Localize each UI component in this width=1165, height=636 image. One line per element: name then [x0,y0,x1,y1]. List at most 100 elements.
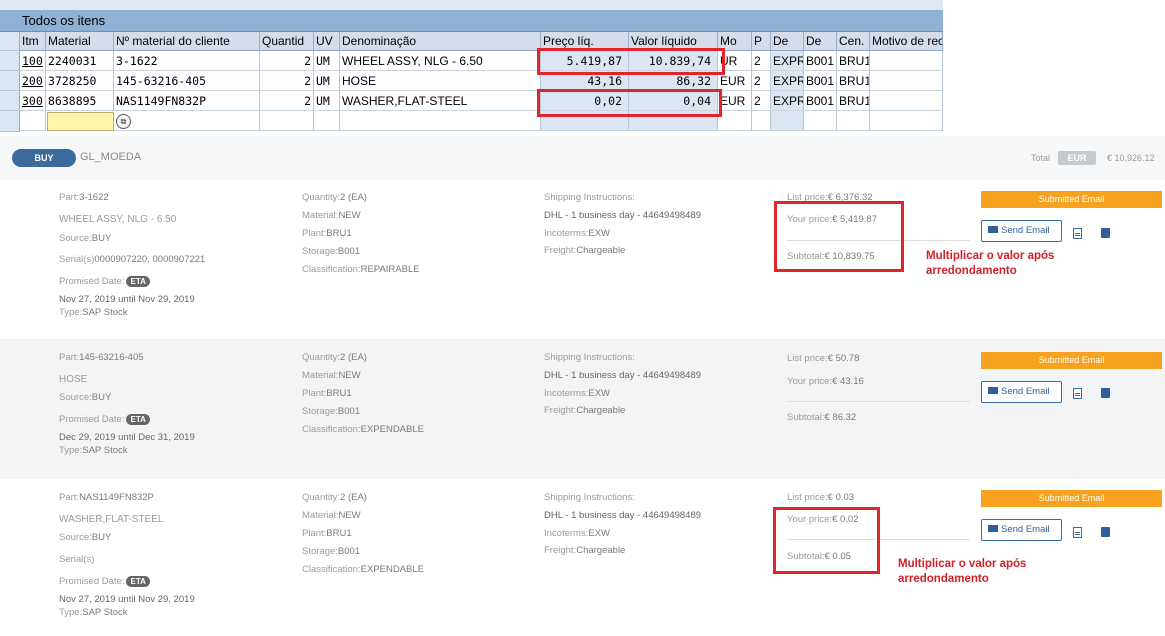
cell-uv[interactable]: UM [314,51,340,71]
col-header-reason[interactable]: Motivo de rec [870,32,943,51]
total-value: € 10,926.12 [1107,153,1155,163]
cell-de2[interactable]: B001 [804,91,837,111]
book-icon[interactable] [1101,388,1110,398]
cell-currency-empty[interactable] [718,111,752,131]
classification-field: Classification:REPAIRABLE [302,264,420,275]
material-condition-field: Material:NEW [302,210,361,221]
quantity-field: Quantity:2 (EA) [302,352,367,363]
grid-top-band [0,0,943,10]
freight-field: Freight:Chargeable [544,405,626,416]
pdf-icon[interactable] [1073,527,1082,538]
storage-field: Storage:B001 [302,246,361,257]
cell-uv[interactable]: UM [314,91,340,111]
col-header-description[interactable]: Denominação [340,32,541,51]
row-selector[interactable] [0,51,20,71]
col-header-customer-material[interactable]: Nº material do cliente [114,32,260,51]
submitted-email-badge: Submitted Email [981,352,1162,369]
freight-field: Freight:Chargeable [544,545,626,556]
cell-de2[interactable]: B001 [804,71,837,91]
book-icon[interactable] [1101,527,1110,537]
cell-p[interactable]: 2 [752,91,771,111]
part-field: Part:NAS1149FN832P [59,492,154,503]
cell-quantity[interactable]: 2 [260,51,314,71]
cell-quantity[interactable]: 2 [260,91,314,111]
col-header-itm[interactable]: Itm [20,32,46,51]
row-selector[interactable] [0,111,20,132]
col-header-de1[interactable]: De [771,32,804,51]
buy-toggle[interactable]: BUY [12,149,76,167]
serials-field: Serial(s) [59,554,95,565]
row-selector[interactable] [0,91,20,111]
cell-reason-empty[interactable] [870,111,943,131]
cell-reason[interactable] [870,51,943,71]
send-email-button[interactable]: Send Email [981,220,1062,242]
col-header-p[interactable]: P [752,32,771,51]
storage-field: Storage:B001 [302,546,361,557]
col-header-quantity[interactable]: Quantid [260,32,314,51]
cell-currency[interactable]: EUR [718,91,752,111]
cell-plant[interactable]: BRU1 [837,91,870,111]
cell-reason[interactable] [870,91,943,111]
cell-de1[interactable]: EXPR [771,51,804,71]
pdf-icon[interactable] [1073,228,1082,239]
send-email-button[interactable]: Send Email [981,519,1062,541]
material-input[interactable] [47,112,114,131]
cell-p[interactable]: 2 [752,51,771,71]
quote-item-card: Part:145-63216-405 HOSE Source:BUY Promi… [0,339,1165,479]
col-header-plant[interactable]: Cen. [837,32,870,51]
eta-badge: ETA [126,276,150,287]
cell-description[interactable]: WHEEL ASSY, NLG - 6.50 [340,51,541,71]
send-email-button[interactable]: Send Email [981,381,1062,403]
cell-plant[interactable]: BRU1 [837,71,870,91]
cell-description[interactable]: WASHER,FLAT-STEEL [340,91,541,111]
col-header-uv[interactable]: UV [314,32,340,51]
cell-description-empty[interactable] [340,111,541,131]
envelope-icon [988,524,998,532]
col-header-material[interactable]: Material [46,32,114,51]
cell-description[interactable]: HOSE [340,71,541,91]
pdf-icon[interactable] [1073,388,1082,399]
cell-item-number[interactable]: 100 [20,51,46,71]
price-highlight-box [537,48,725,75]
select-all-cell[interactable] [0,32,20,51]
row-selector[interactable] [0,71,20,91]
grid-title: Todos os itens [0,10,943,32]
col-header-de2[interactable]: De [804,32,837,51]
quantity-field: Quantity:2 (EA) [302,192,367,203]
cell-item-number[interactable]: 200 [20,71,46,91]
cell-customer-material[interactable]: NAS1149FN832P [114,91,260,111]
value-help-icon[interactable]: ⧉ [116,114,131,129]
cell-de1[interactable]: EXPR [771,91,804,111]
envelope-icon [988,386,998,394]
cell-uv[interactable]: UM [314,71,340,91]
type-field: Type:SAP Stock [59,607,128,618]
cell-material[interactable]: 8638895 [46,91,114,111]
cell-customer-material[interactable]: 145-63216-405 [114,71,260,91]
price-highlight-box [774,201,904,272]
cell-customer-material-empty[interactable] [114,111,260,131]
part-name: WASHER,FLAT-STEEL [59,514,164,525]
sap-item-grid: Todos os itens Itm Material Nº material … [0,0,943,136]
cell-de1[interactable]: EXPR [771,71,804,91]
cell-de2-empty[interactable] [804,111,837,131]
cell-material[interactable]: 2240031 [46,51,114,71]
cell-item-number-empty[interactable] [20,111,46,131]
cell-p[interactable]: 2 [752,71,771,91]
cell-quantity-empty[interactable] [260,111,314,131]
cell-de1-empty[interactable] [771,111,804,131]
cell-reason[interactable] [870,71,943,91]
list-price-field: List price:€ 50.78 [787,353,860,364]
book-icon[interactable] [1101,228,1110,238]
material-condition-field: Material:NEW [302,510,361,521]
cell-quantity[interactable]: 2 [260,71,314,91]
cell-uv-empty[interactable] [314,111,340,131]
cell-plant-empty[interactable] [837,111,870,131]
cell-plant[interactable]: BRU1 [837,51,870,71]
cell-item-number[interactable]: 300 [20,91,46,111]
type-field: Type:SAP Stock [59,445,128,456]
cell-customer-material[interactable]: 3-1622 [114,51,260,71]
cell-de2[interactable]: B001 [804,51,837,71]
cell-material[interactable]: 3728250 [46,71,114,91]
your-price-field: Your price:€ 43.16 [787,376,864,387]
cell-p-empty[interactable] [752,111,771,131]
